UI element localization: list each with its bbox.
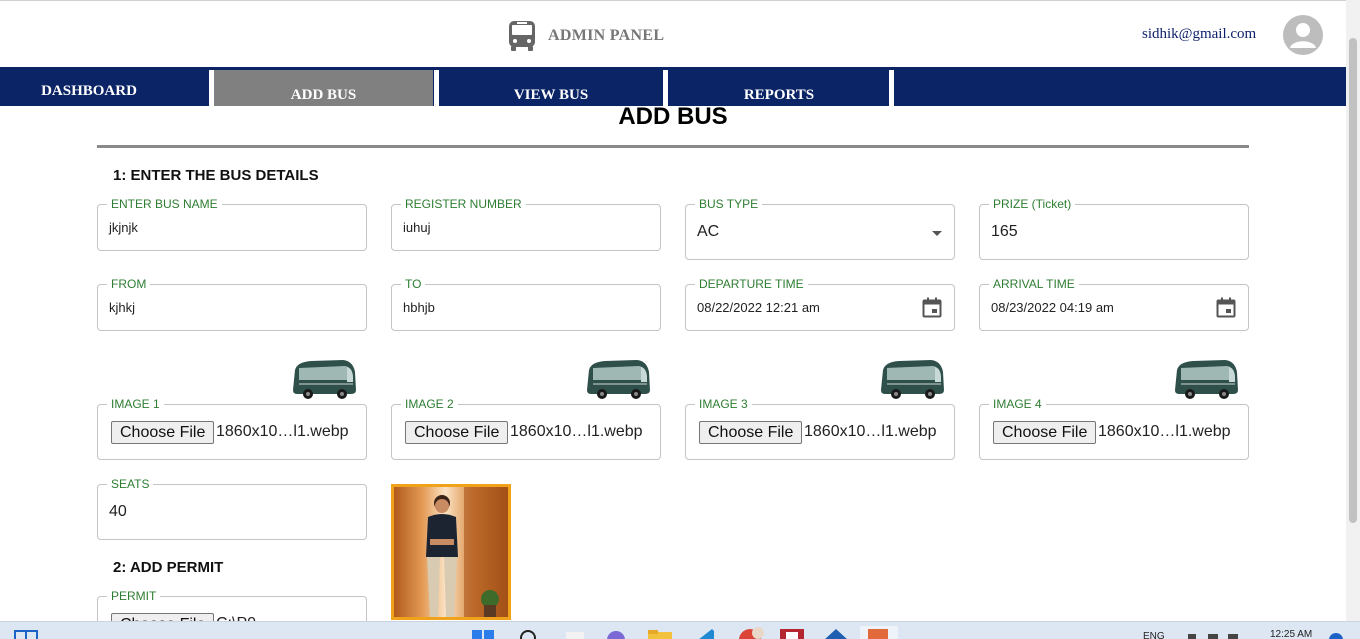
field-label: TO [401,277,426,291]
section-bus-details-title: 1: ENTER THE BUS DETAILS [113,167,319,184]
windows-start-icon[interactable] [472,630,494,639]
arrival-time-field[interactable]: ARRIVAL TIME 08/23/2022 04:19 am [979,277,1249,331]
app-icon[interactable] [566,632,584,639]
tab-reports[interactable]: REPORTS [668,67,890,106]
image-4-field: IMAGE 4 Choose File 1860x10…l1.webp [979,397,1249,460]
tab-dashboard[interactable]: DASHBOARD [0,67,178,106]
bus-image-preview-2 [587,360,650,399]
tab-label: REPORTS [743,87,815,103]
arrival-time-value: 08/23/2022 04:19 am [991,300,1114,315]
app-orange-icon [868,629,888,639]
seats-field[interactable]: SEATS 40 [97,477,367,540]
image-3-field: IMAGE 3 Choose File 1860x10…l1.webp [685,397,955,460]
app-red-icon[interactable] [780,629,804,639]
prize-field[interactable]: PRIZE (Ticket) 165 [979,197,1249,260]
prize-value: 165 [991,223,1018,240]
language-indicator[interactable]: ENG [1143,631,1165,639]
field-label: FROM [107,277,151,291]
calendar-icon[interactable] [922,297,942,318]
tab-label: VIEW BUS [513,87,589,103]
chrome-icon[interactable] [738,627,766,639]
bus-image-preview-3 [881,360,944,399]
field-label: REGISTER NUMBER [401,197,526,211]
vertical-scrollbar[interactable] [1346,0,1360,621]
image-2-field: IMAGE 2 Choose File 1860x10…l1.webp [391,397,661,460]
app-blue-icon[interactable] [824,629,848,639]
tab-label: ADD BUS [290,87,357,103]
field-label: PERMIT [107,589,161,603]
file-name: 1860x10…l1.webp [510,423,643,440]
app-header: ADMIN PANEL sidhik@gmail.com [0,4,1346,67]
field-label: DEPARTURE TIME [695,277,808,291]
brand-title: ADMIN PANEL [548,27,665,44]
vscode-icon[interactable] [694,629,716,639]
bus-icon [509,21,535,51]
seats-value: 40 [109,503,127,520]
tab-view-bus[interactable]: VIEW BUS [439,67,663,106]
bus-image-preview-1 [293,360,356,399]
choose-file-button[interactable]: Choose File [405,421,509,444]
permit-photo-preview [391,484,511,620]
register-number-value: iuhuj [403,220,431,235]
field-label: PRIZE (Ticket) [989,197,1076,211]
file-name: 1860x10…l1.webp [804,423,937,440]
search-icon[interactable] [520,629,536,639]
field-label: ARRIVAL TIME [989,277,1079,291]
file-name: 1860x10…l1.webp [216,423,349,440]
field-label: IMAGE 2 [401,397,458,411]
brand: ADMIN PANEL [508,20,664,52]
image-1-field: IMAGE 1 Choose File 1860x10…l1.webp [97,397,367,460]
tab-add-bus[interactable]: ADD BUS [214,70,433,106]
to-value: hbhjb [403,300,435,315]
departure-time-field[interactable]: DEPARTURE TIME 08/22/2022 12:21 am [685,277,955,331]
scrollbar-thumb[interactable] [1349,38,1357,523]
field-label: IMAGE 1 [107,397,164,411]
bus-type-select[interactable]: BUS TYPE AC [685,197,955,260]
teams-icon[interactable] [606,630,626,639]
field-label: IMAGE 3 [695,397,752,411]
departure-time-value: 08/22/2022 12:21 am [697,300,820,315]
main-nav: DASHBOARD ADD BUS VIEW BUS REPORTS [0,67,1346,106]
title-divider [97,145,1249,148]
field-label: BUS TYPE [695,197,763,211]
avatar[interactable] [1283,15,1323,55]
bus-name-value: jkjnjk [109,220,138,235]
bus-image-preview-4 [1175,360,1238,399]
calendar-icon[interactable] [1216,297,1236,318]
task-view-icon[interactable] [14,630,38,639]
clock[interactable]: 12:25 AM [1270,629,1312,639]
from-value: kjhkj [109,300,136,315]
os-taskbar: ENG 12:25 AM [0,621,1360,639]
choose-file-button[interactable]: Choose File [111,421,215,444]
bus-name-field[interactable]: ENTER BUS NAME jkjnjk [97,197,367,251]
person-photo [426,487,508,617]
notification-icon[interactable] [1328,632,1344,639]
tab-label: DASHBOARD [41,83,137,99]
file-name: 1860x10…l1.webp [1098,423,1231,440]
to-field[interactable]: TO hbhjb [391,277,661,331]
field-label: SEATS [107,477,154,491]
field-label: ENTER BUS NAME [107,197,222,211]
page-title: ADD BUS [618,103,728,130]
tray-icons[interactable] [1188,632,1240,639]
bus-type-value: AC [697,223,720,240]
folder-icon[interactable] [648,630,672,639]
section-permit-title: 2: ADD PERMIT [113,559,224,576]
choose-file-button[interactable]: Choose File [993,421,1097,444]
from-field[interactable]: FROM kjhkj [97,277,367,331]
register-number-field[interactable]: REGISTER NUMBER iuhuj [391,197,661,251]
active-app-indicator[interactable] [860,626,898,639]
tab-divider [889,70,894,106]
field-label: IMAGE 4 [989,397,1046,411]
user-email: sidhik@gmail.com [1142,26,1257,42]
choose-file-button[interactable]: Choose File [699,421,803,444]
dropdown-arrow-icon [932,231,942,236]
user-icon [1290,23,1316,48]
